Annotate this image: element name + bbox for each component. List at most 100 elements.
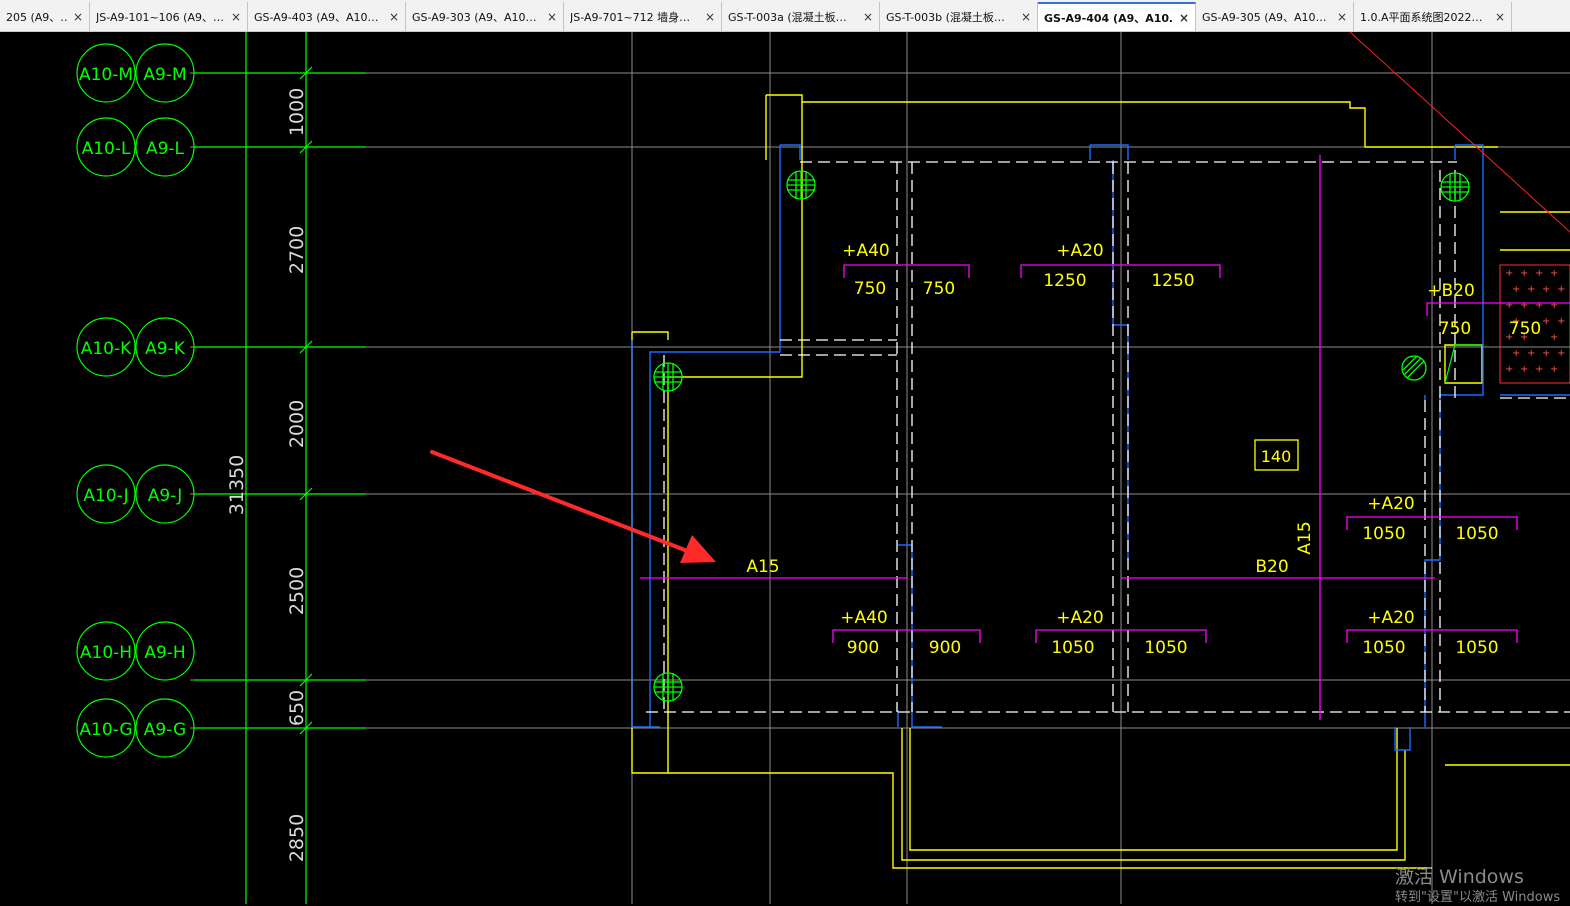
tab-label: GS-A9-303 (A9、A10… [412, 11, 537, 24]
close-icon[interactable]: × [1179, 11, 1189, 25]
column-hatch-icon [1401, 355, 1427, 381]
spacing-value: 750 [854, 279, 886, 299]
spacing-value: 1250 [1151, 271, 1194, 291]
tab-drawing-10[interactable]: 1.0.A平面系统图2022… × [1354, 2, 1512, 31]
tab-label: GS-A9-403 (A9、A10… [254, 11, 379, 24]
slab-thickness-tag: 140 [1254, 439, 1299, 471]
close-icon[interactable]: × [231, 10, 241, 24]
dimension-segment: 2000 [286, 400, 308, 448]
close-icon[interactable]: × [705, 10, 715, 24]
svg-text:+: + [1505, 300, 1513, 311]
spacing-value: 1050 [1455, 638, 1498, 658]
spacing-value: 1250 [1043, 271, 1086, 291]
column-grid-icon [653, 672, 683, 702]
tab-label: GS-T-003a (混凝土板… [728, 11, 847, 24]
dimension-total: 31350 [226, 455, 248, 515]
tab-drawing-8-active[interactable]: GS-A9-404 (A9、A10… × [1038, 2, 1196, 31]
svg-text:+: + [1550, 268, 1558, 279]
dimension-segment: 2700 [286, 226, 308, 274]
svg-text:+: + [1512, 284, 1520, 295]
axis-label-right: A9-K [145, 339, 186, 359]
svg-text:+: + [1542, 284, 1550, 295]
svg-text:+: + [1557, 316, 1565, 327]
wall-outline-yellow [631, 94, 1570, 869]
tab-drawing-9[interactable]: GS-A9-305 (A9、A10… × [1196, 2, 1354, 31]
offset-label: +A20 [1056, 241, 1104, 261]
svg-text:+: + [1557, 284, 1565, 295]
tab-drawing-4[interactable]: GS-A9-303 (A9、A10… × [406, 2, 564, 31]
axis-label-left: A10-J [83, 486, 128, 506]
tab-label: GS-T-003b (混凝土板… [886, 11, 1005, 24]
svg-text:+: + [1550, 332, 1558, 343]
watermark-title: 激活 Windows [1395, 866, 1524, 888]
offset-label: +A40 [840, 608, 888, 628]
cad-drawing-canvas[interactable]: A10-M A9-M A10-L A9-L A10-K A9-K A10-J A… [0, 32, 1570, 904]
svg-text:+: + [1535, 300, 1543, 311]
beam-label: A15 [746, 557, 779, 577]
tab-drawing-2[interactable]: JS-A9-101~106 (A9、… × [90, 2, 248, 31]
dimension-labels: 31350 1000 2700 2000 2500 650 2850 [226, 88, 308, 862]
spacing-value: 900 [929, 638, 961, 658]
svg-text:+: + [1512, 348, 1520, 359]
axis-markers [76, 32, 366, 904]
svg-text:+: + [1527, 284, 1535, 295]
windows-activation-watermark: 激活 Windows 转到"设置"以激活 Windows [1395, 864, 1560, 906]
close-icon[interactable]: × [1021, 10, 1031, 24]
spacing-value: 1050 [1455, 524, 1498, 544]
tab-label: 1.0.A平面系统图2022… [1360, 11, 1483, 24]
axis-label-right: A9-H [144, 643, 185, 663]
close-icon[interactable]: × [547, 10, 557, 24]
tab-drawing-3[interactable]: GS-A9-403 (A9、A10… × [248, 2, 406, 31]
dimension-segment: 1000 [286, 88, 308, 136]
svg-text:+: + [1527, 348, 1535, 359]
svg-text:+: + [1550, 300, 1558, 311]
axis-label-left: A10-L [82, 139, 131, 159]
beam-label: B20 [1255, 557, 1288, 577]
svg-text:+: + [1520, 364, 1528, 375]
drawing-tab-bar: 205 (A9、… × JS-A9-101~106 (A9、… × GS-A9-… [0, 0, 1570, 32]
tab-drawing-7[interactable]: GS-T-003b (混凝土板… × [880, 2, 1038, 31]
close-icon[interactable]: × [863, 10, 873, 24]
tab-label: GS-A9-404 (A9、A10… [1044, 12, 1173, 25]
offset-label: +A40 [842, 241, 890, 261]
spacing-value: 750 [923, 279, 955, 299]
red-pointer-arrow [430, 450, 716, 563]
dimension-segment: 2850 [286, 814, 308, 862]
spacing-value: 1050 [1362, 524, 1405, 544]
offset-label: +A20 [1367, 494, 1415, 514]
offset-label: +A20 [1056, 608, 1104, 628]
dimension-segment: 2500 [286, 567, 308, 615]
axis-label-right: A9-G [144, 720, 186, 740]
tab-label: JS-A9-701~712 墙身… [570, 11, 691, 24]
wall-outline-blue [631, 144, 1570, 751]
svg-text:+: + [1505, 268, 1513, 279]
offset-label: +A20 [1367, 608, 1415, 628]
axis-label-left: A10-K [81, 339, 132, 359]
svg-text:+: + [1550, 364, 1558, 375]
svg-text:+: + [1535, 364, 1543, 375]
tab-label: GS-A9-305 (A9、A10… [1202, 11, 1327, 24]
axis-label-right: A9-L [146, 139, 185, 159]
close-icon[interactable]: × [1495, 10, 1505, 24]
tab-drawing-6[interactable]: GS-T-003a (混凝土板… × [722, 2, 880, 31]
spacing-value: 1050 [1051, 638, 1094, 658]
tab-drawing-1[interactable]: 205 (A9、… × [0, 2, 90, 31]
column-grid-icon [1440, 172, 1470, 202]
svg-text:+: + [1557, 348, 1565, 359]
axis-label-left: A10-G [79, 720, 132, 740]
close-icon[interactable]: × [389, 10, 399, 24]
close-icon[interactable]: × [1337, 10, 1347, 24]
tab-label: JS-A9-101~106 (A9、… [96, 11, 224, 24]
spacing-value: 750 [1439, 319, 1471, 339]
offset-label: +B20 [1427, 281, 1475, 301]
close-icon[interactable]: × [73, 10, 83, 24]
tab-drawing-5[interactable]: JS-A9-701~712 墙身… × [564, 2, 722, 31]
svg-text:+: + [1520, 300, 1528, 311]
column-grid-icon [786, 170, 816, 200]
reinforcement-annotations: +A40 750 750 +A20 1250 1250 +B20 750 750… [746, 241, 1541, 658]
beam-label-vertical: A15 [1295, 521, 1315, 554]
axis-label-left: A10-H [80, 643, 132, 663]
svg-text:+: + [1520, 268, 1528, 279]
spacing-value: 750 [1509, 319, 1541, 339]
axis-label-left: A10-M [79, 65, 133, 85]
